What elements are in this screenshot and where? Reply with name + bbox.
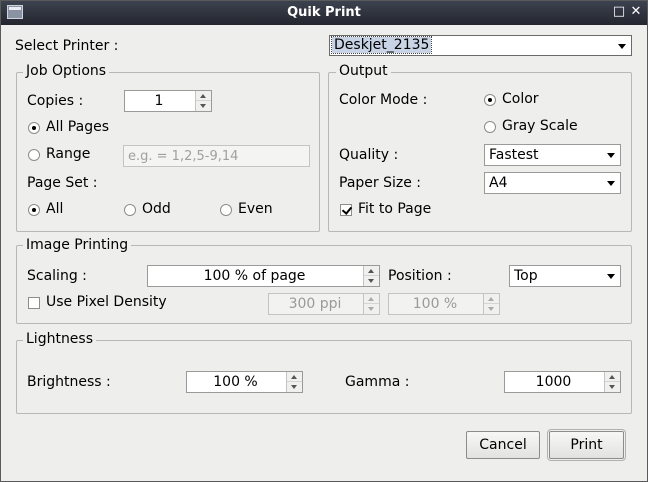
use-pixel-density-label: Use Pixel Density bbox=[46, 294, 167, 310]
window-title: Quik Print bbox=[287, 5, 361, 20]
paper-size-select[interactable]: A4 bbox=[484, 172, 621, 194]
paper-size-value: A4 bbox=[489, 175, 508, 191]
color-mode-label: Color Mode : bbox=[339, 92, 428, 108]
checkbox-unchecked-icon bbox=[28, 297, 40, 309]
spin-down-icon[interactable] bbox=[364, 304, 379, 314]
lightness-title: Lightness bbox=[23, 331, 97, 347]
grayscale-radio[interactable]: Gray Scale bbox=[484, 117, 584, 137]
copies-label: Copies : bbox=[27, 93, 84, 109]
spin-up-icon[interactable] bbox=[196, 91, 211, 101]
spin-down-icon[interactable] bbox=[364, 276, 379, 286]
gamma-spinbox[interactable]: 1000 bbox=[504, 371, 621, 393]
printer-select[interactable]: Deskjet_2135 bbox=[329, 35, 632, 56]
scaling-spin-buttons bbox=[363, 266, 379, 286]
fit-to-page-label: Fit to Page bbox=[358, 201, 432, 217]
page-set-odd-radio[interactable]: Odd bbox=[124, 200, 184, 220]
quality-select[interactable]: Fastest bbox=[484, 144, 621, 166]
copies-value: 1 bbox=[154, 93, 164, 109]
page-set-label: Page Set : bbox=[27, 175, 98, 191]
print-button[interactable]: Print bbox=[547, 429, 626, 461]
close-icon[interactable]: ✕ bbox=[628, 4, 644, 20]
density-percent-value: 100 % bbox=[412, 296, 458, 312]
output-title: Output bbox=[336, 63, 391, 79]
job-options-title: Job Options bbox=[23, 63, 110, 79]
ppi-value: 300 ppi bbox=[288, 296, 342, 312]
radio-unchecked-icon bbox=[484, 121, 496, 133]
quality-label: Quality : bbox=[339, 147, 399, 163]
chevron-down-icon bbox=[602, 266, 620, 286]
scaling-spinbox[interactable]: 100 % of page bbox=[147, 265, 380, 287]
chevron-down-icon bbox=[602, 145, 620, 165]
radio-checked-icon bbox=[28, 122, 40, 134]
range-input[interactable] bbox=[124, 146, 309, 166]
copies-spinbox[interactable]: 1 bbox=[124, 90, 212, 112]
density-percent-spinbox[interactable]: 100 % bbox=[388, 293, 500, 315]
range-radio[interactable]: Range bbox=[28, 145, 108, 165]
title-bar: Quik Print □ ✕ bbox=[1, 1, 647, 25]
range-field-wrapper bbox=[123, 145, 310, 167]
brightness-spin-buttons bbox=[286, 372, 302, 392]
spin-up-icon[interactable] bbox=[605, 372, 620, 382]
gamma-value: 1000 bbox=[535, 374, 572, 390]
chevron-down-icon bbox=[602, 173, 620, 193]
printer-select-value: Deskjet_2135 bbox=[330, 36, 433, 54]
density-percent-spin-buttons bbox=[483, 294, 499, 314]
image-printing-title: Image Printing bbox=[23, 237, 132, 253]
copies-spin-buttons bbox=[195, 91, 211, 111]
ppi-spinbox[interactable]: 300 ppi bbox=[268, 293, 380, 315]
brightness-spinbox[interactable]: 100 % bbox=[186, 371, 303, 393]
cancel-button[interactable]: Cancel bbox=[466, 431, 540, 459]
brightness-label: Brightness : bbox=[27, 374, 111, 390]
page-set-all-label: All bbox=[46, 201, 64, 217]
brightness-value: 100 % bbox=[213, 374, 258, 390]
select-printer-label: Select Printer : bbox=[15, 38, 119, 54]
radio-checked-icon bbox=[28, 204, 40, 216]
page-set-all-radio[interactable]: All bbox=[28, 200, 78, 220]
radio-unchecked-icon bbox=[28, 149, 40, 161]
all-pages-label: All Pages bbox=[46, 119, 109, 135]
spin-down-icon[interactable] bbox=[484, 304, 499, 314]
quality-value: Fastest bbox=[489, 147, 539, 163]
grayscale-label: Gray Scale bbox=[502, 118, 578, 134]
scaling-label: Scaling : bbox=[27, 268, 87, 284]
scaling-value: 100 % of page bbox=[203, 268, 306, 284]
use-pixel-density-checkbox[interactable]: Use Pixel Density bbox=[28, 293, 168, 313]
radio-unchecked-icon bbox=[220, 204, 232, 216]
radio-checked-icon bbox=[484, 94, 496, 106]
spin-down-icon[interactable] bbox=[287, 382, 302, 392]
gamma-label: Gamma : bbox=[345, 374, 410, 390]
position-select[interactable]: Top bbox=[509, 265, 621, 287]
spin-down-icon[interactable] bbox=[605, 382, 620, 392]
dialog-content: Select Printer : Deskjet_2135 Job Option… bbox=[1, 25, 647, 481]
spin-up-icon[interactable] bbox=[364, 294, 379, 304]
spin-up-icon[interactable] bbox=[364, 266, 379, 276]
radio-unchecked-icon bbox=[124, 204, 136, 216]
position-value: Top bbox=[514, 268, 538, 284]
gamma-spin-buttons bbox=[604, 372, 620, 392]
checkbox-checked-icon bbox=[340, 204, 352, 216]
paper-size-label: Paper Size : bbox=[339, 175, 422, 191]
chevron-down-icon bbox=[613, 36, 631, 56]
fit-to-page-checkbox[interactable]: Fit to Page bbox=[340, 200, 440, 220]
all-pages-radio[interactable]: All Pages bbox=[28, 118, 118, 138]
spin-up-icon[interactable] bbox=[287, 372, 302, 382]
page-set-even-radio[interactable]: Even bbox=[220, 200, 280, 220]
spin-up-icon[interactable] bbox=[484, 294, 499, 304]
color-label: Color bbox=[502, 91, 539, 107]
ppi-spin-buttons bbox=[363, 294, 379, 314]
quik-print-dialog: Quik Print □ ✕ Select Printer : Deskjet_… bbox=[0, 0, 648, 482]
maximize-icon[interactable]: □ bbox=[611, 4, 627, 20]
position-label: Position : bbox=[388, 268, 452, 284]
color-radio[interactable]: Color bbox=[484, 90, 554, 110]
page-set-odd-label: Odd bbox=[142, 201, 171, 217]
page-set-even-label: Even bbox=[238, 201, 273, 217]
spin-down-icon[interactable] bbox=[196, 101, 211, 111]
range-label: Range bbox=[46, 146, 91, 162]
